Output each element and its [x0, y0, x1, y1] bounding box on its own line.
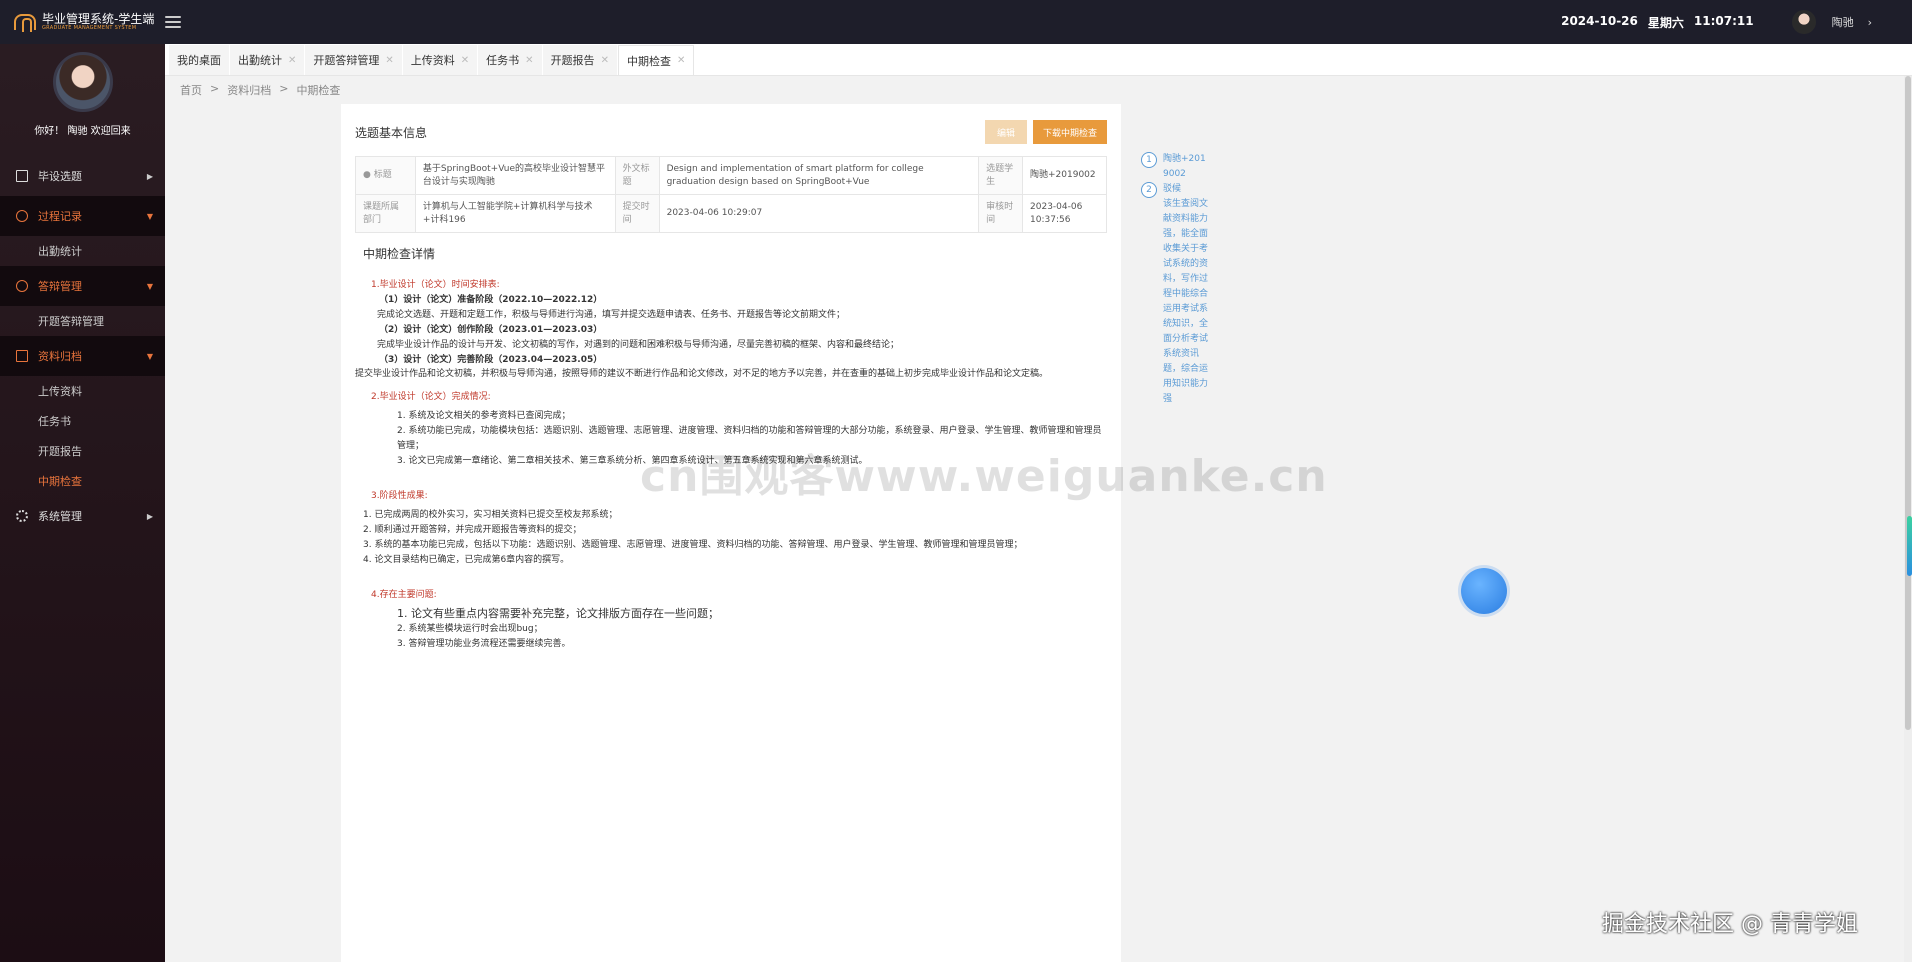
info-table: ● 标题 基于SpringBoot+Vue的高校毕业设计智慧平台设计与实现陶驰 …: [355, 155, 1107, 234]
dept-label: 课题所属部门: [355, 194, 416, 234]
dept-value: 计算机与人工智能学院+计算机科学与技术+计科196: [414, 194, 616, 234]
chevron-down-icon: ▼: [146, 211, 153, 221]
sidebar-menu: 毕设选题 ▶ 过程记录 ▼ 出勤统计 答辩管理 ▼ 开题答辩管理 资料归档 ▼ …: [0, 156, 165, 536]
tab-bar: 我的桌面 出勤统计 ✕ 开题答辩管理 ✕ 上传资料 ✕ 任务书 ✕ 开题报告 ✕ 中期检查…: [165, 44, 1912, 76]
time: 11:07:11: [1693, 13, 1754, 28]
step-2-text: 该生查阅文献资料能力强，能全面收集关于考试系统的资料，写作过程中能综合运用考试系…: [1163, 199, 1209, 404]
en-title-value: Design and implementation of smart platf…: [658, 155, 980, 196]
app-subtitle: GRADUATE MANAGEMENT SYSTEM: [42, 24, 137, 31]
breadcrumb-archive[interactable]: 资料归档: [227, 82, 271, 98]
edit-button[interactable]: 编辑: [984, 120, 1027, 144]
sidebar-item-archive[interactable]: 资料归档 ▼: [0, 336, 165, 376]
section-1-title: 1.毕业设计（论文）时间安排表:: [371, 280, 500, 291]
step-2-icon: 2: [1141, 182, 1157, 198]
watermark: cn围观客www.weiguanke.cn: [640, 451, 1328, 502]
tab-task[interactable]: 任务书 ✕: [478, 45, 542, 75]
review-label: 审核时间: [978, 194, 1024, 234]
credit-text: 掘金技术社区 @ 青青学姐: [1602, 912, 1858, 937]
breadcrumb-home[interactable]: 首页: [180, 82, 202, 98]
close-icon[interactable]: ✕: [601, 55, 609, 66]
tab-defense[interactable]: 开题答辩管理 ✕: [305, 45, 402, 75]
chevron-right-icon: ›: [1867, 15, 1872, 29]
user-menu[interactable]: 陶驰 ›: [1832, 14, 1872, 30]
review-value: 2023-04-06 10:37:56: [1022, 194, 1107, 234]
tab-upload[interactable]: 上传资料 ✕: [402, 45, 478, 75]
menu-toggle-icon[interactable]: [165, 16, 181, 28]
datetime: 2024-10-26 星期六 11:07:11: [1561, 14, 1753, 31]
tab-proposal[interactable]: 开题报告 ✕: [542, 45, 617, 75]
title-label: ● 标题: [355, 155, 416, 196]
sidebar-item-midterm[interactable]: 中期检查: [0, 466, 165, 496]
card-title: 选题基本信息: [355, 125, 428, 140]
review-timeline: 1 陶驰+2019002 2 驳候 该生查阅文献资料能力强，能全面收集关于考试系…: [1141, 152, 1221, 407]
welcome-text: 你好！ 陶驰 欢迎回来: [34, 126, 131, 137]
student-label: 选题学生: [978, 155, 1024, 196]
scrollbar[interactable]: [1904, 76, 1912, 962]
pin-icon: ●: [363, 170, 374, 181]
side-indicator: [1907, 516, 1912, 576]
title-value: 基于SpringBoot+Vue的高校毕业设计智慧平台设计与实现陶驰: [414, 155, 616, 196]
midterm-card: 选题基本信息 编辑 下载中期检查 ● 标题 基于SpringBoot+Vue的高…: [341, 104, 1121, 962]
floating-assistant-icon[interactable]: [1461, 568, 1507, 614]
scrollbar-thumb[interactable]: [1905, 76, 1911, 730]
file-icon: [16, 350, 28, 362]
section-2-title: 2.毕业设计（论文）完成情况:: [371, 392, 491, 403]
breadcrumb: 首页 > 资料归档 > 中期检查: [180, 82, 341, 98]
step-1-icon: 1: [1141, 152, 1157, 168]
gear-icon: [16, 510, 28, 522]
logo-icon: [14, 14, 36, 32]
sidebar-item-topic[interactable]: 毕设选题 ▶: [0, 156, 165, 196]
circle-icon: [16, 280, 28, 292]
download-button[interactable]: 下载中期检查: [1032, 120, 1107, 144]
sidebar-item-system[interactable]: 系统管理 ▶: [0, 496, 165, 536]
chevron-down-icon: ▼: [146, 351, 153, 361]
document-icon: [16, 170, 28, 182]
step-2-title: 驳候: [1163, 184, 1182, 194]
profile: 你好！ 陶驰 欢迎回来: [0, 44, 165, 148]
top-bar: 毕业管理系统-学生端 GRADUATE MANAGEMENT SYSTEM 20…: [0, 0, 1912, 44]
breadcrumb-current: 中期检查: [296, 84, 341, 97]
weekday: 星期六: [1647, 15, 1684, 30]
tab-desktop[interactable]: 我的桌面: [169, 45, 229, 75]
student-value: 陶驰+2019002: [1022, 155, 1107, 196]
step-1-text: 陶驰+2019002: [1163, 154, 1206, 179]
chevron-down-icon: ▼: [146, 281, 153, 291]
close-icon[interactable]: ✕: [288, 55, 296, 66]
chevron-right-icon: ▶: [146, 511, 153, 521]
close-icon[interactable]: ✕: [461, 55, 469, 66]
clock-icon: [16, 210, 28, 222]
en-title-label: 外文标题: [614, 155, 660, 196]
sidebar-item-upload[interactable]: 上传资料: [0, 376, 165, 406]
date: 2024-10-26: [1561, 13, 1638, 28]
profile-avatar: [52, 52, 113, 112]
submit-label: 提交时间: [614, 194, 660, 234]
user-name: 陶驰: [1831, 16, 1854, 29]
tab-attendance[interactable]: 出勤统计 ✕: [230, 45, 305, 75]
sidebar-item-attendance[interactable]: 出勤统计: [0, 236, 165, 266]
sidebar-item-proposal[interactable]: 开题报告: [0, 436, 165, 466]
section-4-title: 4.存在主要问题:: [371, 590, 437, 601]
sidebar-item-defense[interactable]: 答辩管理 ▼: [0, 266, 165, 306]
sidebar-item-defense-manage[interactable]: 开题答辩管理: [0, 306, 165, 336]
sidebar-item-process[interactable]: 过程记录 ▼: [0, 196, 165, 236]
chevron-right-icon: ▶: [146, 171, 153, 181]
sidebar: 你好！ 陶驰 欢迎回来 毕设选题 ▶ 过程记录 ▼ 出勤统计 答辩管理 ▼ 开题…: [0, 44, 165, 962]
user-avatar[interactable]: [1791, 10, 1816, 34]
submit-value: 2023-04-06 10:29:07: [658, 194, 980, 234]
app-title: 毕业管理系统-学生端: [42, 11, 155, 26]
detail-title: 中期检查详情: [363, 247, 436, 262]
app-logo: 毕业管理系统-学生端 GRADUATE MANAGEMENT SYSTEM: [0, 0, 165, 44]
close-icon[interactable]: ✕: [385, 55, 393, 66]
close-icon[interactable]: ✕: [525, 55, 533, 66]
tab-midterm[interactable]: 中期检查 ✕: [617, 45, 695, 75]
close-icon[interactable]: ✕: [677, 55, 685, 66]
sidebar-item-task[interactable]: 任务书: [0, 406, 165, 436]
